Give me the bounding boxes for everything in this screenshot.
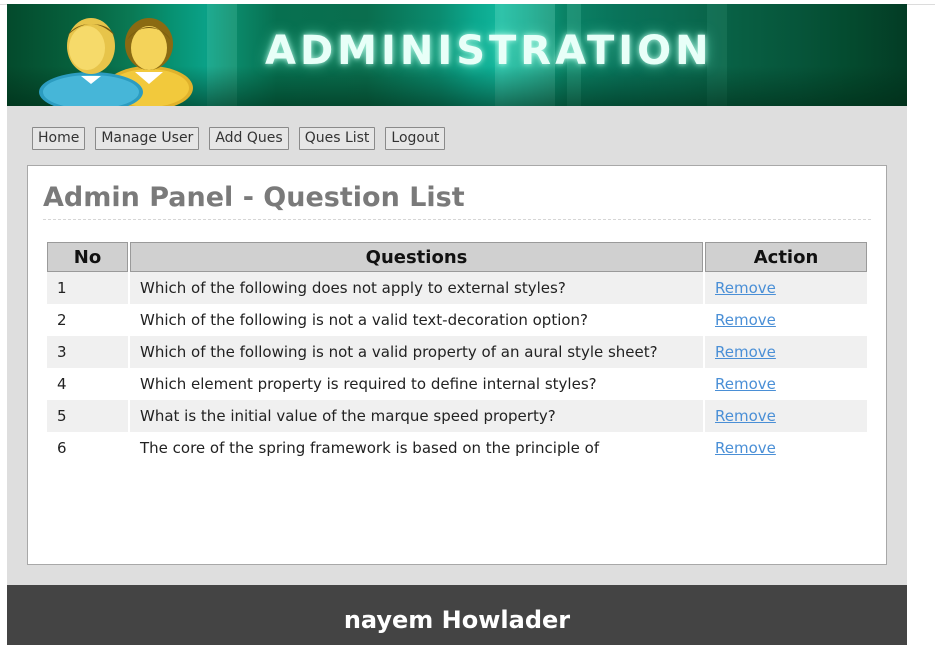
users-icon: [39, 18, 193, 106]
row-number: 1: [47, 272, 128, 304]
nav-home-button[interactable]: Home: [32, 127, 86, 150]
table-row: 3 Which of the following is not a valid …: [47, 336, 867, 368]
remove-link[interactable]: Remove: [715, 343, 776, 361]
question-table: No Questions Action 1 Which of the follo…: [45, 242, 869, 464]
question-text: Which of the following is not a valid pr…: [130, 336, 703, 368]
remove-link[interactable]: Remove: [715, 439, 776, 457]
table-row: 5 What is the initial value of the marqu…: [47, 400, 867, 432]
row-number: 6: [47, 432, 128, 464]
table-header-row: No Questions Action: [47, 242, 867, 272]
question-text: The core of the spring framework is base…: [130, 432, 703, 464]
row-number: 5: [47, 400, 128, 432]
row-number: 4: [47, 368, 128, 400]
footer-text: nayem Howlader: [343, 606, 571, 634]
table-row: 6 The core of the spring framework is ba…: [47, 432, 867, 464]
row-number: 2: [47, 304, 128, 336]
table-row: 2 Which of the following is not a valid …: [47, 304, 867, 336]
question-text: Which of the following is not a valid te…: [130, 304, 703, 336]
table-row: 4 Which element property is required to …: [47, 368, 867, 400]
content-panel: Admin Panel - Question List No Questions…: [27, 165, 887, 565]
remove-link[interactable]: Remove: [715, 375, 776, 393]
question-text: Which of the following does not apply to…: [130, 272, 703, 304]
question-text: What is the initial value of the marque …: [130, 400, 703, 432]
header-banner: ADMINISTRATION: [7, 4, 907, 106]
nav-ques-list-button[interactable]: Ques List: [298, 127, 376, 150]
row-number: 3: [47, 336, 128, 368]
nav-manage-user-button[interactable]: Manage User: [95, 127, 200, 150]
page-title: Admin Panel - Question List: [43, 182, 871, 220]
nav-bar: Home Manage User Add Ques Ques List Logo…: [32, 127, 446, 150]
banner-title: ADMINISTRATION: [265, 28, 713, 74]
remove-link[interactable]: Remove: [715, 279, 776, 297]
column-header-action: Action: [705, 242, 867, 272]
page-wrapper: ADMINISTRATION Home Manage User Add Ques…: [7, 4, 907, 645]
footer: nayem Howlader: [7, 585, 907, 645]
nav-add-ques-button[interactable]: Add Ques: [209, 127, 289, 150]
remove-link[interactable]: Remove: [715, 311, 776, 329]
column-header-no: No: [47, 242, 128, 272]
column-header-questions: Questions: [130, 242, 703, 272]
question-text: Which element property is required to de…: [130, 368, 703, 400]
table-row: 1 Which of the following does not apply …: [47, 272, 867, 304]
nav-logout-button[interactable]: Logout: [385, 127, 446, 150]
remove-link[interactable]: Remove: [715, 407, 776, 425]
